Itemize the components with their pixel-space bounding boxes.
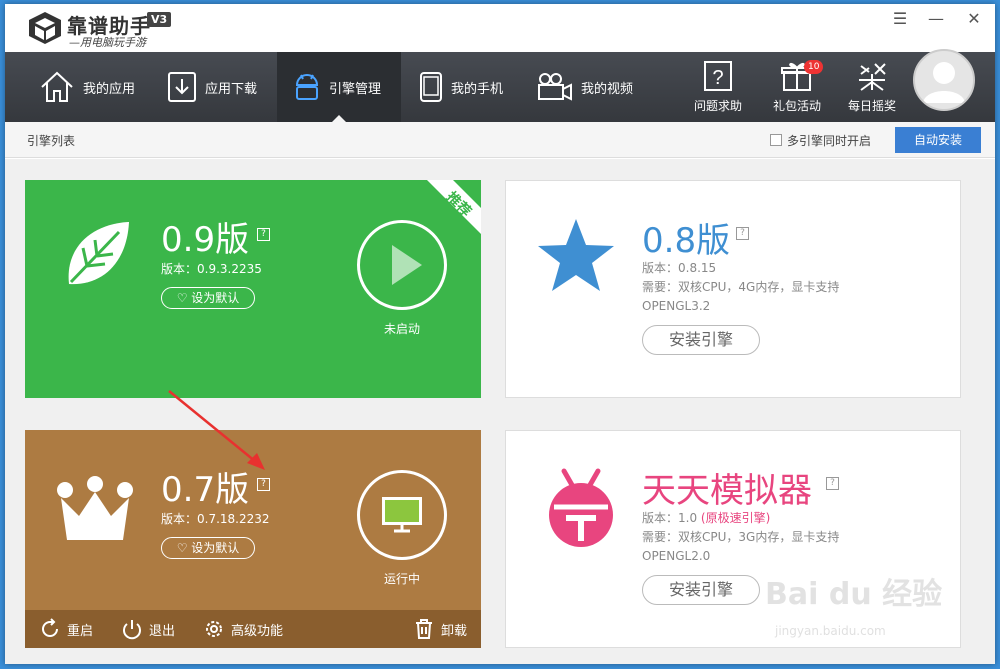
phone-icon — [420, 72, 442, 102]
trash-icon — [416, 619, 432, 639]
svg-text:?: ? — [712, 67, 723, 89]
quit-button[interactable]: 退出 — [121, 610, 175, 648]
engine-card-0-7: 0.7版 ? 版本：0.7.18.2232 ♡ 设为默认 运行中 重启 退出 高… — [25, 430, 481, 648]
engine-list-title: 引擎列表 — [27, 134, 76, 148]
android-icon — [295, 74, 319, 100]
engine-card-0-8: 0.8版 ? 版本：0.8.15 需要：双核CPU，4G内存，显卡支持 OPEN… — [505, 180, 961, 398]
version-badge: V3 — [147, 12, 172, 27]
engine-version: 版本：0.8.15 — [642, 261, 717, 275]
restart-label: 重启 — [67, 623, 94, 639]
heart-icon: ♡ — [176, 291, 192, 305]
advanced-label: 高级功能 — [231, 623, 284, 639]
multi-engine-label: 多引擎同时开启 — [787, 134, 872, 148]
set-default-label: 设为默认 — [191, 541, 240, 555]
set-default-button[interactable]: ♡ 设为默认 — [161, 537, 255, 559]
version-text: 版本：1.0 — [642, 511, 698, 525]
quit-label: 退出 — [149, 623, 176, 639]
engine-opengl: OPENGL2.0 — [642, 549, 711, 563]
running-engine-button[interactable] — [357, 470, 447, 560]
nav-label: 我的应用 — [83, 81, 136, 97]
engine-version: 版本：1.0 (原极速引擎) — [642, 509, 770, 528]
uninstall-button[interactable]: 卸载 — [413, 610, 467, 648]
star-icon — [538, 219, 614, 291]
engine-title: 0.9版 — [161, 220, 250, 260]
tiantian-logo-icon — [549, 468, 613, 547]
leaf-icon — [68, 222, 129, 285]
help-icon[interactable]: ? — [826, 477, 839, 490]
video-icon — [538, 73, 572, 101]
gift-badge: 10 — [804, 60, 824, 74]
engine-card-tiantian: 天天模拟器 ? 版本：1.0 (原极速引擎) 需要：双核CPU，3G内存，显卡支… — [505, 430, 961, 648]
set-default-button[interactable]: ♡ 设为默认 — [161, 287, 255, 309]
recommend-ribbon — [427, 180, 481, 234]
gear-icon — [206, 621, 222, 637]
engine-status: 运行中 — [383, 572, 420, 586]
help-icon[interactable]: ? — [736, 227, 749, 240]
power-icon — [123, 620, 141, 640]
menu-button[interactable]: ☰ — [887, 8, 913, 30]
nav-lottery-label: 每日摇奖 — [847, 99, 896, 113]
version-note: (原极速引擎) — [700, 511, 771, 525]
nav-gift[interactable]: 10 礼包活动 — [762, 58, 832, 118]
help-icon[interactable]: ? — [257, 478, 270, 491]
app-window: 靠谱助手 V3 —用电脑玩手游 ☰ — ✕ 我的应用 应用下载 引擎管理 我的手… — [5, 4, 995, 664]
multi-engine-checkbox[interactable] — [770, 134, 782, 146]
engine-list-bar: 引擎列表 多引擎同时开启 自动安装 — [5, 122, 995, 158]
title-bar: 靠谱助手 V3 —用电脑玩手游 ☰ — ✕ — [5, 4, 995, 52]
download-icon — [168, 72, 196, 102]
help-icon: ? — [704, 61, 732, 91]
minimize-button[interactable]: — — [923, 8, 949, 30]
app-slogan: —用电脑玩手游 — [69, 36, 146, 49]
nav-my-videos[interactable]: 我的视频 — [537, 52, 647, 122]
user-icon — [923, 62, 965, 103]
nav-label: 引擎管理 — [329, 81, 382, 97]
install-engine-button[interactable]: 安装引擎 — [642, 325, 760, 355]
nav-downloads[interactable]: 应用下载 — [167, 52, 277, 122]
engine-title: 0.8版 — [642, 221, 731, 261]
nav-label: 应用下载 — [205, 81, 258, 97]
restart-button[interactable]: 重启 — [39, 610, 93, 648]
monitor-icon — [382, 497, 422, 533]
crown-icon — [57, 476, 133, 540]
restart-icon — [42, 618, 58, 637]
uninstall-label: 卸载 — [441, 623, 468, 639]
app-logo-icon — [29, 12, 61, 44]
engine-requirements: 需要：双核CPU，3G内存，显卡支持 — [642, 530, 840, 544]
engine-requirements: 需要：双核CPU，4G内存，显卡支持 — [642, 280, 840, 294]
nav-my-phone[interactable]: 我的手机 — [419, 52, 529, 122]
engine-version: 版本：0.9.3.2235 — [161, 262, 262, 276]
avatar[interactable] — [913, 49, 975, 111]
nav-gift-label: 礼包活动 — [772, 99, 821, 113]
set-default-label: 设为默认 — [191, 291, 240, 305]
nav-help[interactable]: ? 问题求助 — [683, 58, 753, 118]
nav-lottery[interactable]: 每日摇奖 — [837, 58, 907, 118]
help-icon[interactable]: ? — [257, 228, 270, 241]
engine-status: 未启动 — [383, 322, 420, 336]
close-button[interactable]: ✕ — [961, 8, 987, 30]
auto-install-button[interactable]: 自动安装 — [895, 127, 981, 153]
engine-title: 天天模拟器 — [642, 471, 812, 511]
advanced-button[interactable]: 高级功能 — [203, 610, 283, 648]
nav-help-label: 问题求助 — [693, 99, 742, 113]
nav-label: 我的手机 — [451, 81, 504, 97]
engine-opengl: OPENGL3.2 — [642, 299, 711, 313]
nav-label: 我的视频 — [581, 81, 634, 97]
engine-footer-toolbar: 重启 退出 高级功能 卸载 — [25, 610, 481, 648]
nav-my-apps[interactable]: 我的应用 — [39, 52, 149, 122]
watermark-url: jingyan.baidu.com — [775, 624, 886, 638]
engine-title: 0.7版 — [161, 470, 250, 510]
watermark-brand: Bai du 经验 — [765, 577, 943, 612]
engine-version: 版本：0.7.18.2232 — [161, 512, 270, 526]
engine-card-0-9: 0.9版 ? 版本：0.9.3.2235 ♡ 设为默认 未启动 推荐 — [25, 180, 481, 398]
lottery-icon — [859, 63, 886, 91]
heart-icon: ♡ — [176, 541, 192, 555]
main-nav: 我的应用 应用下载 引擎管理 我的手机 我的视频 ? 问题求助 10 礼包活动 — [5, 52, 995, 122]
install-engine-button[interactable]: 安装引擎 — [642, 575, 760, 605]
home-icon — [41, 71, 73, 102]
engine-list: 0.9版 ? 版本：0.9.3.2235 ♡ 设为默认 未启动 推荐 0.7版 … — [5, 159, 995, 664]
nav-engine-manager[interactable]: 引擎管理 — [277, 52, 401, 122]
